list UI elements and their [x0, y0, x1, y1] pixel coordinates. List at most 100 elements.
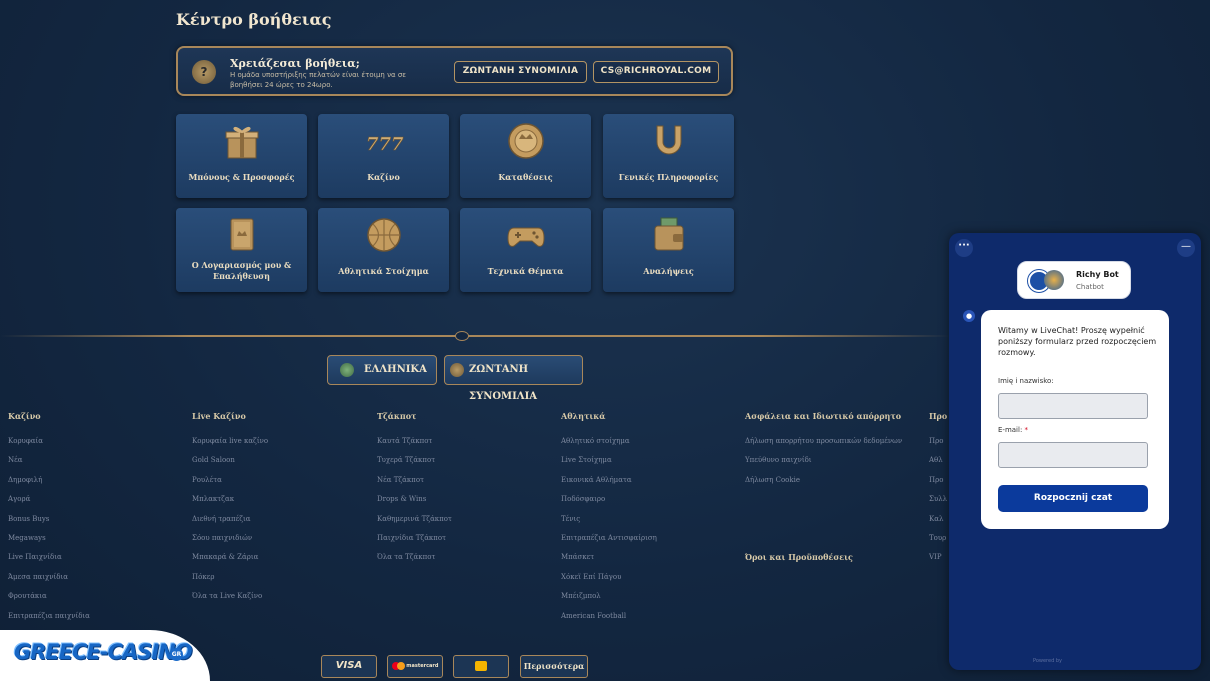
footer-link[interactable]: Μπακαρά & Ζάρια — [192, 548, 268, 567]
form-intro: Witamy w LiveChat! Proszę wypełnić poniż… — [998, 326, 1157, 357]
category-general[interactable]: Γενικές Πληροφορίες — [603, 114, 734, 198]
footer-link[interactable]: Εικονικά Αθλήματα — [561, 471, 657, 490]
category-label: Τεχνικά Θέματα — [487, 266, 564, 276]
footer-link[interactable]: Live Στοίχημα — [561, 451, 657, 470]
category-label: Καζίνο — [367, 172, 400, 182]
more-payments-button[interactable]: Περισσότερα › — [520, 655, 588, 678]
footer-link[interactable]: Πόκερ — [192, 568, 268, 587]
footer-link[interactable]: Live Παιχνίδια — [8, 548, 90, 567]
footer-link[interactable]: Ποδόσφαιρο — [561, 490, 657, 509]
footer-link[interactable]: Νέα Τζάκποτ — [377, 471, 452, 490]
user-icon: ● — [963, 310, 975, 322]
footer-link[interactable]: Κορυφαία live καζίνο — [192, 432, 268, 451]
site-logo[interactable]: GREECE-CASINO GR — [0, 630, 210, 681]
footer-link[interactable]: Μπάσκετ — [561, 548, 657, 567]
gift-icon — [225, 126, 258, 159]
help-banner-title: Χρειάζεσαι βοήθεια; — [230, 57, 360, 70]
footer-link[interactable]: Μπλακτζακ — [192, 490, 268, 509]
name-field-label: Imię i nazwisko: — [998, 377, 1054, 385]
category-withdrawals[interactable]: Αναλήψεις — [603, 208, 734, 292]
footer-column-heading: Προ — [929, 411, 948, 421]
footer-link[interactable]: Όλα τα Τζάκποτ — [377, 548, 452, 567]
footer-link[interactable]: Megaways — [8, 529, 90, 548]
name-field[interactable] — [998, 393, 1148, 419]
footer-link[interactable]: Καυτά Τζάκποτ — [377, 432, 452, 451]
footer-link[interactable]: Ρουλέτα — [192, 471, 268, 490]
question-icon — [450, 363, 464, 377]
footer-column-privacy: Ασφάλεια και Ιδιωτικό απόρρητο Δήλωση απ… — [745, 411, 902, 490]
footer-link[interactable]: Δημοφιλή — [8, 471, 90, 490]
footer-column-heading: Καζίνο — [8, 411, 41, 421]
page-title: Κέντρο βοήθειας — [176, 10, 332, 29]
language-button[interactable]: ΕΛΛΗΝΙΚΑ — [327, 355, 437, 385]
footer-link[interactable]: Διεθνή τραπέζια — [192, 510, 268, 529]
footer-link[interactable]: Φρουτάκια — [8, 587, 90, 606]
footer-link[interactable]: Τένις — [561, 510, 657, 529]
question-icon: ? — [192, 60, 216, 84]
footer-link[interactable]: Επιτραπέζια παιχνίδια — [8, 607, 90, 626]
footer-link[interactable]: Αγορά — [8, 490, 90, 509]
terms-heading[interactable]: Όροι και Προϋποθέσεις — [745, 552, 853, 562]
footer-link[interactable]: Προ — [929, 471, 947, 490]
footer-link[interactable]: Παιχνίδια Τζάκποτ — [377, 529, 452, 548]
footer-link[interactable]: Μπέιζμπολ — [561, 587, 657, 606]
divider-ornament — [455, 331, 469, 341]
start-chat-button[interactable]: Rozpocznij czat — [998, 485, 1148, 512]
category-label: Αθλητικά Στοίχημα — [338, 266, 429, 276]
language-label: ΕΛΛΗΝΙΚΑ — [364, 364, 427, 375]
visa-badge: VISA — [321, 655, 377, 678]
footer-link[interactable]: Προ — [929, 432, 947, 451]
footer-link[interactable]: Χόκεϊ Επί Πάγου — [561, 568, 657, 587]
email-label-text: E-mail: — [998, 426, 1023, 434]
footer-link[interactable]: VIP — [929, 548, 947, 567]
footer-link[interactable]: Καλ — [929, 510, 947, 529]
more-options-icon[interactable]: ··· — [955, 239, 973, 257]
category-casino[interactable]: 777 Καζίνο — [318, 114, 449, 198]
footer-link[interactable]: Επιτραπέζια Αντισφαίριση — [561, 529, 657, 548]
section-divider — [0, 335, 950, 337]
footer-link[interactable]: Τυχερά Τζάκποτ — [377, 451, 452, 470]
category-label: Καταθέσεις — [498, 172, 553, 182]
card-icon — [475, 660, 487, 671]
footer-link[interactable]: Bonus Buys — [8, 510, 90, 529]
category-bonus[interactable]: Μπόνους & Προσφορές — [176, 114, 307, 198]
footer-link[interactable]: Συλλ — [929, 490, 947, 509]
svg-text:777: 777 — [366, 134, 404, 155]
globe-icon — [340, 363, 354, 377]
category-account[interactable]: Ο Λογαριασμός μου & Επαλήθευση — [176, 208, 307, 292]
footer-link[interactable]: American Football — [561, 607, 657, 626]
footer-link[interactable]: Νέα — [8, 451, 90, 470]
category-label: Αναλήψεις — [643, 266, 694, 276]
footer-link[interactable]: Δήλωση απορρήτου προσωπικών δεδομένων — [745, 432, 902, 451]
footer-live-chat-button[interactable]: ΖΩΝΤΑΝΗ ΣΥΝΟΜΙΛΙΑ — [444, 355, 583, 402]
email-button[interactable]: CS@RICHROYAL.COM — [593, 61, 719, 83]
footer-column-promotions: Προ Προ Αθλ Προ Συλλ Καλ Τουρ VIP — [929, 411, 947, 568]
category-deposits[interactable]: Καταθέσεις — [460, 114, 591, 198]
footer-column-heading: Ασφάλεια και Ιδιωτικό απόρρητο — [745, 411, 902, 421]
footer-link[interactable]: Σόου παιχνιδιών — [192, 529, 268, 548]
ball-icon — [366, 218, 401, 252]
live-chat-button[interactable]: ΖΩΝΤΑΝΗ ΣΥΝΟΜΙΛΙΑ — [454, 61, 587, 83]
footer-column-live-casino: Live Καζίνο Κορυφαία live καζίνο Gold Sa… — [192, 411, 268, 607]
avatar — [1044, 270, 1064, 290]
footer-column-heading: Live Καζίνο — [192, 411, 246, 421]
footer-link[interactable]: Gold Saloon — [192, 451, 268, 470]
payment-card-badge — [453, 655, 509, 678]
footer-column-sports: Αθλητικά Αθλητικό στοίχημα Live Στοίχημα… — [561, 411, 657, 626]
footer-link[interactable]: Άμεσα παιχνίδια — [8, 568, 90, 587]
email-field[interactable] — [998, 442, 1148, 468]
footer-link[interactable]: Τουρ — [929, 529, 947, 548]
footer-link[interactable]: Δήλωση Cookie — [745, 471, 902, 490]
footer-link[interactable]: Αθλ — [929, 451, 947, 470]
horseshoe-icon — [656, 125, 681, 155]
footer-link[interactable]: Υπεύθυνο παιχνίδι — [745, 451, 902, 470]
category-technical[interactable]: Τεχνικά Θέματα — [460, 208, 591, 292]
footer-link[interactable]: Κορυφαία — [8, 432, 90, 451]
mastercard-label: mastercard — [406, 663, 439, 669]
footer-link[interactable]: Καθημερινά Τζάκποτ — [377, 510, 452, 529]
category-sports[interactable]: Αθλητικά Στοίχημα — [318, 208, 449, 292]
footer-link[interactable]: Drops & Wins — [377, 490, 452, 509]
footer-link[interactable]: Όλα τα Live Καζίνο — [192, 587, 268, 606]
footer-link[interactable]: Αθλητικό στοίχημα — [561, 432, 657, 451]
minimize-icon[interactable]: — — [1177, 239, 1195, 257]
